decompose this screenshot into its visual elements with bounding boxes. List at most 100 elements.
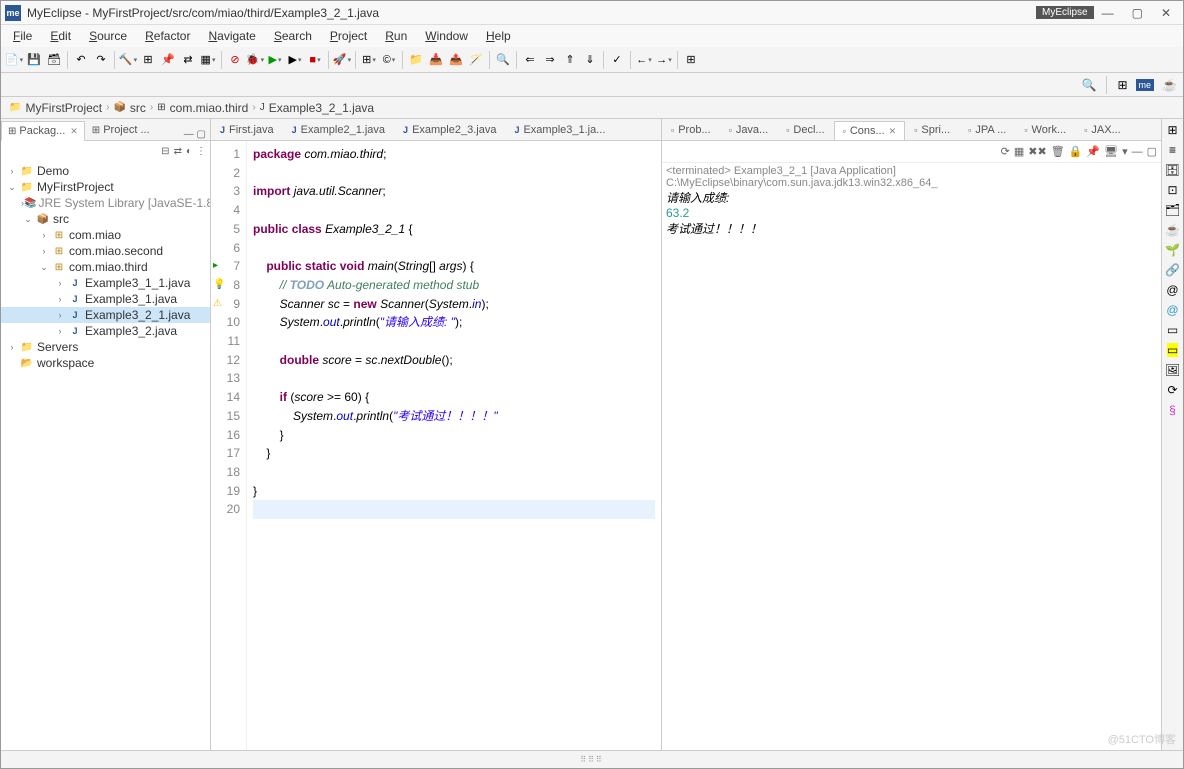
view-tab[interactable]: ⊞Project ... <box>85 120 157 140</box>
breadcrumb-item[interactable]: Example3_2_1.java <box>269 101 374 115</box>
quick-search-icon[interactable]: 🔍 <box>1082 78 1097 92</box>
view-tab[interactable]: ⊞Packag...✕ <box>1 121 85 141</box>
me-perspective-icon[interactable]: me <box>1136 79 1155 91</box>
editor-tab[interactable]: JExample2_1.java <box>283 120 394 140</box>
trim-icon[interactable]: 🗂 <box>1165 203 1180 217</box>
remove-all-icon[interactable]: ✖✖ <box>1028 145 1046 158</box>
coverage-button[interactable]: ▶ <box>286 51 304 69</box>
view-tab[interactable]: ▫Work... <box>1015 120 1075 140</box>
scroll-lock-icon[interactable]: 🔒 <box>1069 145 1083 158</box>
save-button[interactable]: 💾 <box>25 51 43 69</box>
new-console-icon[interactable]: ▾ <box>1122 145 1128 158</box>
code-content[interactable]: package com.miao.third; import java.util… <box>247 141 661 750</box>
launch-button[interactable]: 🚀 <box>333 51 351 69</box>
type-button[interactable]: © <box>380 51 398 69</box>
editor-tab[interactable]: JFirst.java <box>211 120 283 140</box>
close-button[interactable]: ✕ <box>1161 6 1171 20</box>
trim-icon[interactable]: 🖼 <box>1165 363 1180 377</box>
java-perspective-icon[interactable]: ☕ <box>1162 78 1177 92</box>
perspective-button[interactable]: ⊞ <box>682 51 700 69</box>
menu-refactor[interactable]: Refactor <box>137 27 198 45</box>
view-tab[interactable]: ▫Cons... ✕ <box>834 121 906 141</box>
breadcrumb-item[interactable]: com.miao.third <box>170 101 249 115</box>
remove-launch-icon[interactable]: ▦ <box>1014 145 1024 158</box>
minimize-button[interactable]: — <box>1102 6 1114 20</box>
package-tree[interactable]: ›📁Demo⌄📁MyFirstProject›📚JRE System Libra… <box>1 161 210 750</box>
trim-icon[interactable]: @ <box>1166 283 1178 297</box>
menu-run[interactable]: Run <box>377 27 415 45</box>
breadcrumb-item[interactable]: src <box>130 101 146 115</box>
link-editor-icon[interactable]: ⇄ <box>174 146 182 157</box>
pin-console-icon[interactable]: 📌 <box>1086 145 1100 158</box>
redo-button[interactable]: ↷ <box>92 51 110 69</box>
menu-project[interactable]: Project <box>322 27 375 45</box>
export-button[interactable]: 📤 <box>447 51 465 69</box>
trim-icon[interactable]: @ <box>1166 303 1178 317</box>
min-icon[interactable]: — <box>1132 146 1143 158</box>
display-icon[interactable]: 🖥 <box>1104 145 1118 158</box>
menu-file[interactable]: File <box>5 27 40 45</box>
up-button[interactable]: ⇑ <box>561 51 579 69</box>
tree-item[interactable]: ⌄⊞com.miao.third <box>1 259 210 275</box>
open-perspective-icon[interactable]: ⊞ <box>1117 78 1127 92</box>
trim-icon[interactable]: ⊞ <box>1167 123 1177 137</box>
trim-icon[interactable]: ☕ <box>1165 223 1180 237</box>
maximize-button[interactable]: ▢ <box>1132 6 1143 20</box>
sash-grip[interactable]: ⠿⠿⠿ <box>580 755 604 764</box>
view-menu-icon[interactable]: ⋮ <box>196 146 206 157</box>
tree-item[interactable]: ›📁Demo <box>1 163 210 179</box>
new-button[interactable]: 📄 <box>5 51 23 69</box>
editor-tab[interactable]: JExample2_3.java <box>394 120 505 140</box>
pin-button[interactable]: 📌 <box>159 51 177 69</box>
tree-item[interactable]: ⌄📁MyFirstProject <box>1 179 210 195</box>
package-button[interactable]: ⊞ <box>360 51 378 69</box>
relaunch-icon[interactable]: ⟳ <box>1001 145 1010 158</box>
view-tab[interactable]: ▫Java... <box>720 120 778 140</box>
menu-help[interactable]: Help <box>478 27 519 45</box>
menu-search[interactable]: Search <box>266 27 320 45</box>
nav-fwd-button[interactable]: → <box>655 51 673 69</box>
tree-item[interactable]: ›JExample3_2_1.java <box>1 307 210 323</box>
search-button[interactable]: 🔍 <box>494 51 512 69</box>
ext-tools-button[interactable]: ■ <box>306 51 324 69</box>
trim-icon[interactable]: 🗄 <box>1165 163 1180 177</box>
trim-icon[interactable]: 🔗 <box>1165 263 1180 277</box>
trim-icon[interactable]: ▭ <box>1167 323 1178 337</box>
mark-button[interactable]: ✓ <box>608 51 626 69</box>
down-button[interactable]: ⇓ <box>581 51 599 69</box>
debug-button[interactable]: 🐞 <box>246 51 264 69</box>
fwd-button[interactable]: ⇒ <box>541 51 559 69</box>
trim-icon[interactable]: ⟳ <box>1167 383 1177 397</box>
tree-item[interactable]: ›JExample3_2.java <box>1 323 210 339</box>
view-tab[interactable]: ▫Prob... <box>662 120 720 140</box>
breadcrumb-item[interactable]: MyFirstProject <box>25 101 102 115</box>
folder-button[interactable]: 📁 <box>407 51 425 69</box>
menu-navigate[interactable]: Navigate <box>200 27 263 45</box>
view-tab[interactable]: ▫Spri... <box>905 120 959 140</box>
editor-tab[interactable]: JExample3_1.ja... <box>505 120 614 140</box>
collapse-all-icon[interactable]: ⊟ <box>161 146 169 157</box>
menu-edit[interactable]: Edit <box>42 27 79 45</box>
tree-item[interactable]: ›📁Servers <box>1 339 210 355</box>
tree-item[interactable]: ›JExample3_1.java <box>1 291 210 307</box>
view-tab[interactable]: ▫JAX... <box>1075 120 1130 140</box>
run-button[interactable]: ▶ <box>266 51 284 69</box>
focus-icon[interactable]: ◐ <box>186 146 192 157</box>
max-icon[interactable]: ▢ <box>1147 145 1157 158</box>
wand-button[interactable]: 🪄 <box>467 51 485 69</box>
tree-item[interactable]: 📂workspace <box>1 355 210 371</box>
grid-button[interactable]: ▦ <box>199 51 217 69</box>
view-tab[interactable]: ▫Decl... <box>777 120 833 140</box>
tree-item[interactable]: ›⊞com.miao <box>1 227 210 243</box>
menu-source[interactable]: Source <box>81 27 135 45</box>
link-button[interactable]: ⇄ <box>179 51 197 69</box>
back-button[interactable]: ⇐ <box>521 51 539 69</box>
trim-icon[interactable]: 🌱 <box>1165 243 1180 257</box>
tree-item[interactable]: ›JExample3_1_1.java <box>1 275 210 291</box>
tree-item[interactable]: ›⊞com.miao.second <box>1 243 210 259</box>
menu-window[interactable]: Window <box>417 27 476 45</box>
save-all-button[interactable]: 🗃 <box>45 51 63 69</box>
trim-icon[interactable]: ▭ <box>1167 343 1178 357</box>
view-tab[interactable]: ▫JPA ... <box>959 120 1015 140</box>
code-editor[interactable]: 123456▸7💡8⚠91011121314151617181920 packa… <box>211 141 661 750</box>
